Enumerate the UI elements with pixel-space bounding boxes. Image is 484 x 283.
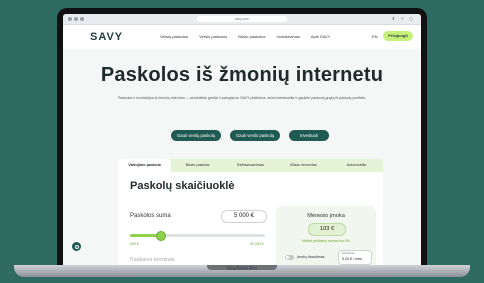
loan-type-tabs: Vartojimo paskola Būsto paskola Refinans… bbox=[118, 159, 383, 172]
nav-link-verslo-paskolos[interactable]: Verslo paskolos bbox=[199, 34, 227, 39]
calculator-title: Paskolų skaičiuoklė bbox=[130, 180, 235, 192]
insurance-amount: 5,20 € / mėn. bbox=[342, 257, 363, 261]
address-bar[interactable]: savy.com bbox=[197, 16, 287, 22]
slider-max-label: 30 000 € bbox=[250, 242, 264, 246]
chat-icon[interactable] bbox=[72, 242, 81, 251]
tab-busto-remontas[interactable]: Būsto remontas bbox=[277, 159, 330, 172]
window-minimize-icon[interactable] bbox=[74, 17, 78, 21]
loan-term-label: Paskolos terminas bbox=[130, 257, 175, 263]
monthly-payment-title: Mėnesio įmoka bbox=[307, 213, 345, 219]
loan-amount-label: Paskolos suma bbox=[130, 213, 171, 219]
nav-link-investavimas[interactable]: Investavimas bbox=[277, 34, 300, 39]
nav-link-verslu-paskolos[interactable]: Verslų paskolos bbox=[160, 34, 188, 39]
laptop-model-label: MacBook Pro bbox=[226, 266, 257, 272]
tab-refinansavimas[interactable]: Refinansavimas bbox=[224, 159, 277, 172]
insurance-label: Įmokų draudimas bbox=[297, 255, 325, 259]
browser-actions-icon[interactable]: ⬆ ＋ ▢ bbox=[392, 16, 415, 22]
slider-handle[interactable] bbox=[155, 231, 166, 241]
signin-button[interactable]: Prisijungti bbox=[383, 31, 413, 41]
window-maximize-icon[interactable] bbox=[80, 17, 84, 21]
interest-rate-note: Metinė palūkanų norma nuo 9% bbox=[302, 239, 350, 243]
insurance-amount-box: Draudimas 5,20 € / mėn. bbox=[338, 250, 372, 265]
monthly-payment-card: Mėnesio įmoka 103 € Metinė palūkanų norm… bbox=[276, 206, 376, 265]
invest-button[interactable]: Investuoti bbox=[289, 130, 329, 141]
tab-vartojimo[interactable]: Vartojimo paskola bbox=[118, 159, 171, 172]
logo[interactable]: SAVY bbox=[90, 31, 123, 43]
page-title: Paskolos iš žmonių internetu bbox=[100, 64, 384, 86]
laptop-screen: savy.com ⬆ ＋ ▢ SAVY Verslų paskolos Vers… bbox=[63, 14, 421, 265]
window-close-icon[interactable] bbox=[68, 17, 72, 21]
get-consumer-loan-button[interactable]: Gauti verslų paskolą bbox=[171, 130, 221, 141]
loan-amount-slider[interactable] bbox=[130, 231, 265, 241]
insurance-toggle[interactable] bbox=[285, 255, 294, 260]
language-switch[interactable]: EN bbox=[372, 34, 378, 39]
tab-automobilis[interactable]: Automobilis bbox=[330, 159, 383, 172]
monthly-payment-value: 103 € bbox=[308, 223, 346, 236]
hero-subtitle: Paskolos ir investicijos iš žmonių inter… bbox=[117, 96, 367, 100]
loan-calculator: Paskolų skaičiuoklė Paskolos suma 5 000 … bbox=[118, 172, 383, 265]
site-header: SAVY Verslų paskolos Verslo paskolos Būs… bbox=[63, 25, 421, 49]
slider-min-label: 500 € bbox=[130, 242, 139, 246]
loan-amount-field[interactable]: 5 000 € bbox=[221, 210, 267, 223]
browser-toolbar: savy.com ⬆ ＋ ▢ bbox=[63, 14, 421, 25]
main-navigation: Verslų paskolos Verslo paskolos Būsto pa… bbox=[160, 34, 340, 39]
nav-link-apie[interactable]: Apie SAVY bbox=[311, 34, 331, 39]
nav-link-busto-paskolos[interactable]: Būsto paskolos bbox=[238, 34, 265, 39]
get-business-loan-button[interactable]: Gauti verslo paskolą bbox=[230, 130, 280, 141]
tab-busto[interactable]: Būsto paskola bbox=[171, 159, 224, 172]
insurance-caption: Draudimas bbox=[342, 252, 355, 255]
